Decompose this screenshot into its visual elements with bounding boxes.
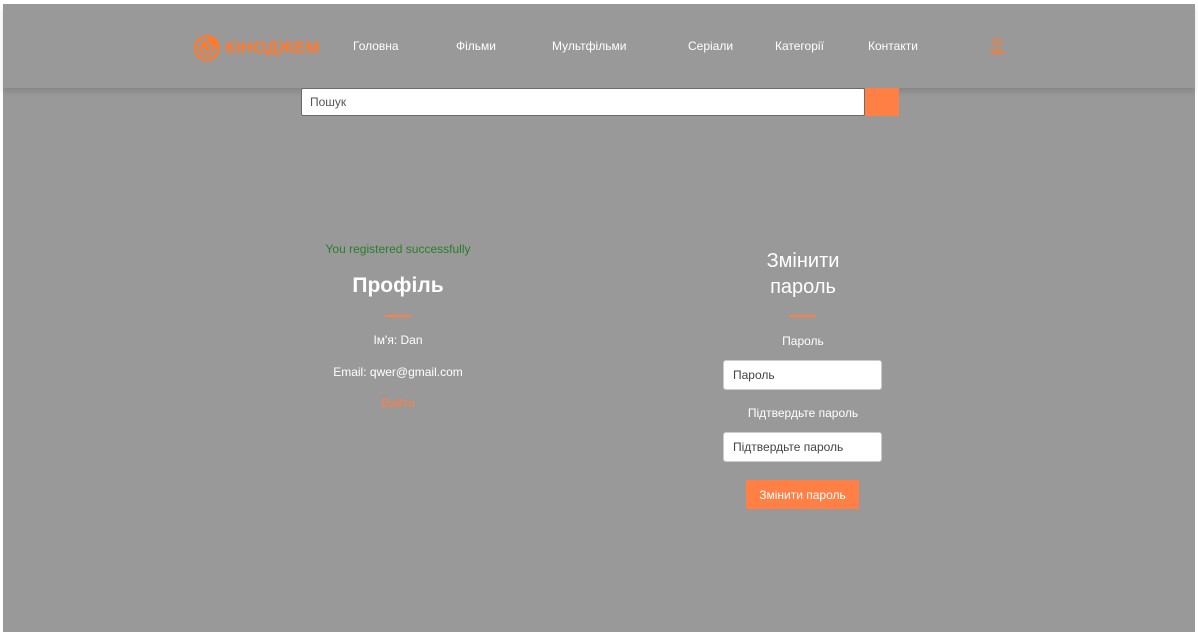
user-icon[interactable] <box>990 37 1004 54</box>
change-password-title: Змінити пароль <box>703 248 903 300</box>
nav-item-contacts[interactable]: Контакти <box>868 39 918 53</box>
logout-link[interactable]: Вийти <box>291 396 505 410</box>
page: КІНОДЖЕМ Головна Фільми Мультфільми Сері… <box>0 0 1198 635</box>
profile-email: Email: qwer@gmail.com <box>333 365 463 379</box>
confirm-password-input[interactable] <box>723 432 882 462</box>
confirm-password-label: Підтвердьте пароль <box>747 406 859 420</box>
change-password-title-line1: Змінити <box>766 250 840 272</box>
profile-title-underline <box>385 315 411 317</box>
success-message: You registered successfully <box>325 242 471 256</box>
search-input[interactable] <box>301 88 865 116</box>
nav-item-cartoons[interactable]: Мультфільми <box>552 39 626 53</box>
site-header: КІНОДЖЕМ Головна Фільми Мультфільми Сері… <box>3 4 1195 88</box>
password-input[interactable] <box>723 360 882 390</box>
nav-item-home[interactable]: Головна <box>353 39 399 53</box>
main-frame: КІНОДЖЕМ Головна Фільми Мультфільми Сері… <box>3 4 1195 632</box>
logo-swirl-icon <box>194 35 220 61</box>
logo-text: КІНОДЖЕМ <box>225 38 320 57</box>
nav-item-categories[interactable]: Категорії <box>775 39 824 53</box>
profile-title: Профіль <box>352 274 444 297</box>
site-logo[interactable]: КІНОДЖЕМ <box>193 33 320 63</box>
nav-item-series[interactable]: Серіали <box>688 39 733 53</box>
password-label: Пароль <box>782 334 824 348</box>
change-password-button[interactable]: Змінити пароль <box>746 480 859 509</box>
change-password-underline <box>790 315 816 317</box>
search-button[interactable] <box>865 88 899 116</box>
nav-item-films[interactable]: Фільми <box>456 39 496 53</box>
profile-name: Ім'я: Dan <box>373 333 423 347</box>
change-password-title-line2: пароль <box>770 276 836 298</box>
